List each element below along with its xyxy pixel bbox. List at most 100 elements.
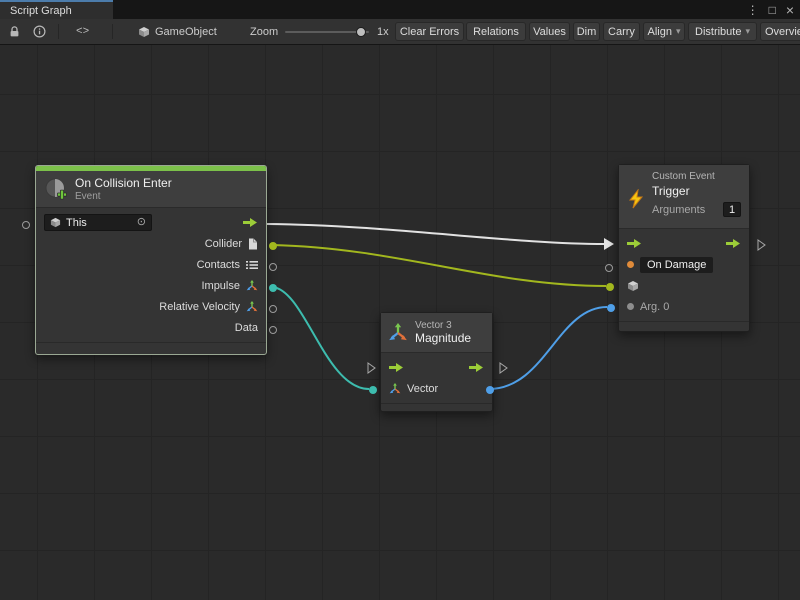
node-on-collision-enter[interactable]: On Collision Enter Event Thi — [35, 165, 267, 355]
this-object-field[interactable]: This ⊙ — [44, 214, 152, 231]
port-row: Arg. 0 — [619, 296, 749, 317]
gameobject-cube-icon — [50, 217, 61, 228]
flow-in-arrow-icon[interactable] — [627, 238, 642, 249]
tab-script-graph[interactable]: Script Graph — [0, 0, 113, 19]
target-input-port[interactable] — [606, 283, 614, 291]
arguments-row: Arguments 1 — [652, 202, 741, 217]
vector3-axis-icon — [388, 323, 408, 343]
wire-impulse-teal[interactable] — [272, 287, 369, 389]
port-row: Collider — [36, 233, 266, 254]
arg0-label: Arg. 0 — [640, 301, 669, 313]
flow-out-arrow-icon[interactable] — [469, 362, 484, 373]
maximize-icon[interactable]: □ — [769, 4, 776, 16]
zoom-slider-handle[interactable] — [356, 27, 366, 37]
arg0-port-dot[interactable] — [627, 303, 634, 310]
event-name-input-port[interactable] — [605, 264, 613, 272]
collider-output-port[interactable] — [269, 242, 277, 250]
this-input-port[interactable] — [22, 221, 30, 229]
align-dropdown[interactable]: Align ▾ — [643, 22, 685, 41]
port-row: On Damage — [619, 254, 749, 275]
port-label: Vector — [407, 383, 438, 395]
port-label: Relative Velocity — [159, 301, 240, 313]
contacts-output-port[interactable] — [269, 263, 277, 271]
button-label: Clear Errors — [400, 26, 459, 38]
node-vector3-magnitude[interactable]: Vector 3 Magnitude — [380, 312, 493, 412]
impulse-output-port[interactable] — [269, 284, 277, 292]
arguments-count-field[interactable]: 1 — [723, 202, 741, 217]
wire-collider-green[interactable] — [272, 245, 606, 286]
node-footer — [619, 321, 749, 331]
vector3-axis-icon — [246, 301, 258, 313]
chevron-down-icon: ▾ — [676, 26, 681, 37]
lock-icon[interactable] — [8, 19, 21, 44]
port-label: Data — [235, 322, 258, 334]
node-custom-event-trigger[interactable]: Custom Event Trigger Arguments 1 — [618, 164, 750, 332]
clear-errors-button[interactable]: Clear Errors — [395, 22, 464, 41]
port-label: Impulse — [201, 280, 240, 292]
event-name-field[interactable]: On Damage — [640, 257, 713, 273]
port-row: Impulse — [36, 275, 266, 296]
vector3-axis-icon — [246, 280, 258, 292]
contacts-list-icon — [246, 260, 258, 270]
this-value: This — [66, 217, 87, 229]
close-icon[interactable]: × — [786, 3, 794, 17]
gameobject-cube-icon — [627, 280, 639, 292]
flow-out-arrow-icon[interactable] — [726, 238, 741, 249]
data-output-port[interactable] — [269, 326, 277, 334]
port-row: Data — [36, 317, 266, 338]
wire-flow-white[interactable] — [267, 224, 605, 244]
flow-out-triangle-port[interactable] — [757, 239, 766, 254]
distribute-dropdown[interactable]: Distribute ▾ — [688, 22, 757, 41]
node-body: This ⊙ Collider — [36, 208, 266, 342]
vector-input-port[interactable] — [369, 386, 377, 394]
node-title: Trigger — [652, 184, 741, 198]
node-subtitle: Event — [75, 191, 172, 202]
port-row: Relative Velocity — [36, 296, 266, 317]
string-port-dot[interactable] — [627, 261, 634, 268]
port-row: Contacts — [36, 254, 266, 275]
code-view-icon[interactable]: <> — [76, 19, 89, 44]
port-row — [619, 275, 749, 296]
carry-button[interactable]: Carry — [603, 22, 640, 41]
lightning-bolt-icon — [627, 174, 645, 224]
overview-button[interactable]: Overview — [760, 22, 800, 41]
relations-button[interactable]: Relations — [466, 22, 526, 41]
magnitude-output-port[interactable] — [486, 386, 494, 394]
values-button[interactable]: Values — [529, 22, 570, 41]
object-picker-icon[interactable]: ⊙ — [137, 217, 146, 228]
panel-menu-icon[interactable]: ⋮ — [747, 4, 759, 16]
toolbar-separator — [112, 24, 113, 39]
button-label: Align — [648, 26, 672, 38]
flow-out-arrow-icon[interactable] — [243, 217, 258, 228]
node-header: Custom Event Trigger Arguments 1 — [619, 165, 749, 229]
graph-canvas[interactable]: On Collision Enter Event Thi — [0, 45, 800, 600]
graph-toolbar: <> GameObject Zoom 1x Clear Errors Relat… — [0, 19, 800, 45]
button-label: Dim — [577, 26, 597, 38]
button-label: Distribute — [695, 26, 741, 38]
flow-in-triangle-port[interactable] — [367, 362, 376, 377]
port-row — [619, 233, 749, 254]
node-footer — [36, 342, 266, 354]
zoom-value: 1x — [377, 19, 389, 44]
node-title: On Collision Enter — [75, 176, 172, 190]
dim-button[interactable]: Dim — [573, 22, 600, 41]
arg0-input-port[interactable] — [607, 304, 615, 312]
node-kind-label: Custom Event — [652, 171, 741, 182]
wire-arrowhead — [604, 238, 614, 250]
relative-velocity-output-port[interactable] — [269, 305, 277, 313]
button-label: Carry — [608, 26, 635, 38]
node-footer — [381, 403, 492, 411]
port-row: Vector — [381, 378, 492, 399]
gameobject-label: GameObject — [155, 26, 217, 38]
window-controls: ⋮ □ × — [747, 0, 794, 19]
node-body: On Damage Arg. 0 — [619, 229, 749, 321]
flow-in-arrow-icon[interactable] — [389, 362, 404, 373]
port-label: Collider — [205, 238, 242, 250]
flow-out-triangle-port[interactable] — [499, 362, 508, 377]
info-icon[interactable] — [33, 19, 46, 44]
node-type-label: Vector 3 — [415, 320, 471, 331]
toolbar-separator — [58, 24, 59, 39]
tab-strip: Script Graph ⋮ □ × — [0, 0, 800, 19]
gameobject-selector[interactable]: GameObject — [138, 19, 217, 44]
port-row: This ⊙ — [36, 212, 266, 233]
